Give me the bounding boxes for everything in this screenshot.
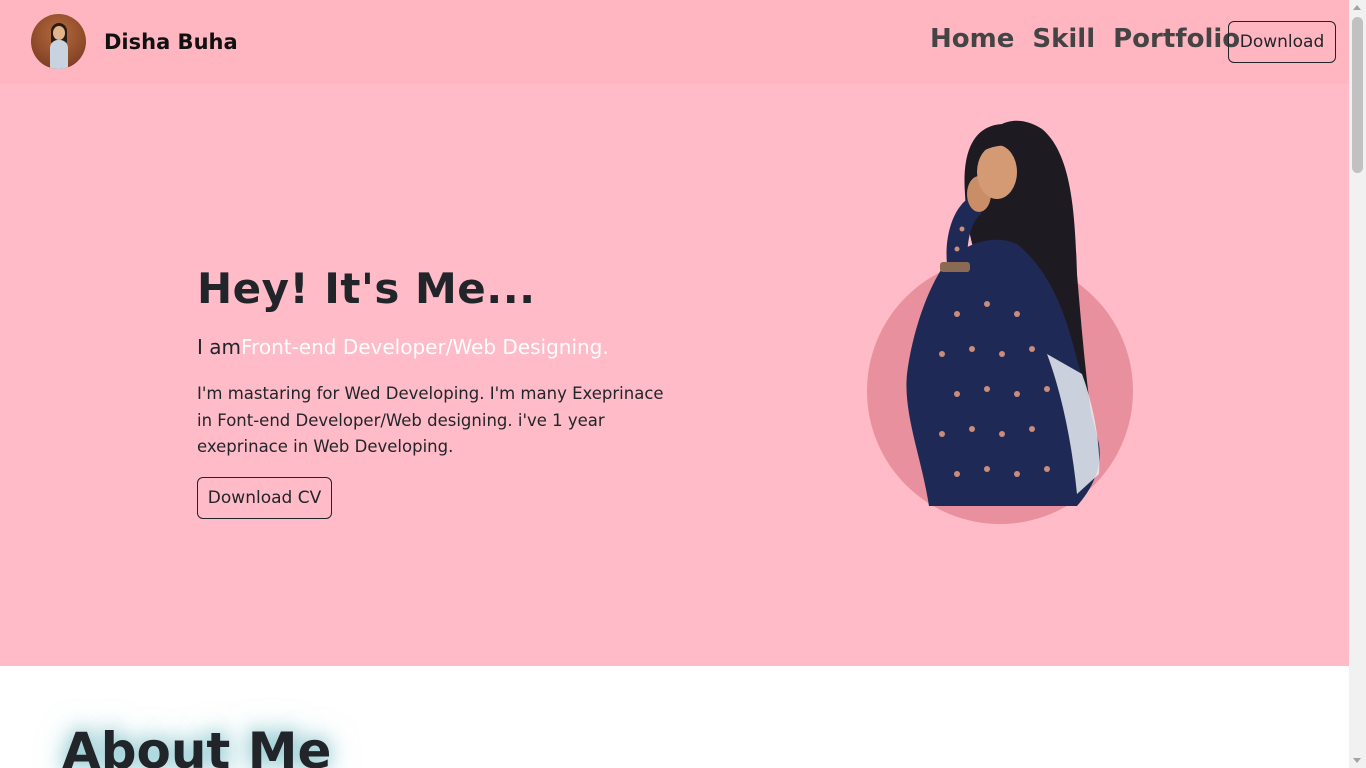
hero-description: I'm mastaring for Wed Developing. I'm ma… xyxy=(197,384,664,456)
profile-portrait xyxy=(867,114,1137,524)
about-section: About Me xyxy=(0,666,1349,768)
nav-link-skill[interactable]: Skill xyxy=(1032,24,1095,54)
brand-link[interactable]: Disha Buha xyxy=(31,14,238,69)
nav-link-portfolio[interactable]: Portfolio xyxy=(1113,24,1240,54)
scroll-up-icon[interactable] xyxy=(1353,5,1361,10)
nav-links: Home Skill Portfolio xyxy=(930,24,1240,54)
scroll-down-icon[interactable] xyxy=(1353,758,1361,763)
nav-link-home[interactable]: Home xyxy=(930,24,1014,54)
scroll-thumb[interactable] xyxy=(1352,17,1363,173)
hero-subtitle: I amFront-end Developer/Web Designing. xyxy=(197,335,697,359)
brand-name: Disha Buha xyxy=(104,29,238,54)
download-button[interactable]: Download xyxy=(1228,21,1336,63)
hero-title: Hey! It's Me... xyxy=(197,264,536,313)
page: Disha Buha Home Skill Portfolio Download… xyxy=(0,0,1349,768)
hero-role: Front-end Developer/Web Designing. xyxy=(241,335,609,359)
avatar xyxy=(31,14,86,69)
hero-subtitle-prefix: I am xyxy=(197,335,241,359)
about-title: About Me xyxy=(62,722,332,768)
hero-section: Hey! It's Me... I amFront-end Developer/… xyxy=(0,84,1349,666)
portrait-figure xyxy=(906,120,1100,507)
hero-text: Hey! It's Me... I amFront-end Developer/… xyxy=(197,264,697,519)
page-scrollbar[interactable] xyxy=(1349,0,1366,768)
navbar: Disha Buha Home Skill Portfolio Download xyxy=(0,0,1349,84)
download-cv-button[interactable]: Download CV xyxy=(197,476,332,519)
